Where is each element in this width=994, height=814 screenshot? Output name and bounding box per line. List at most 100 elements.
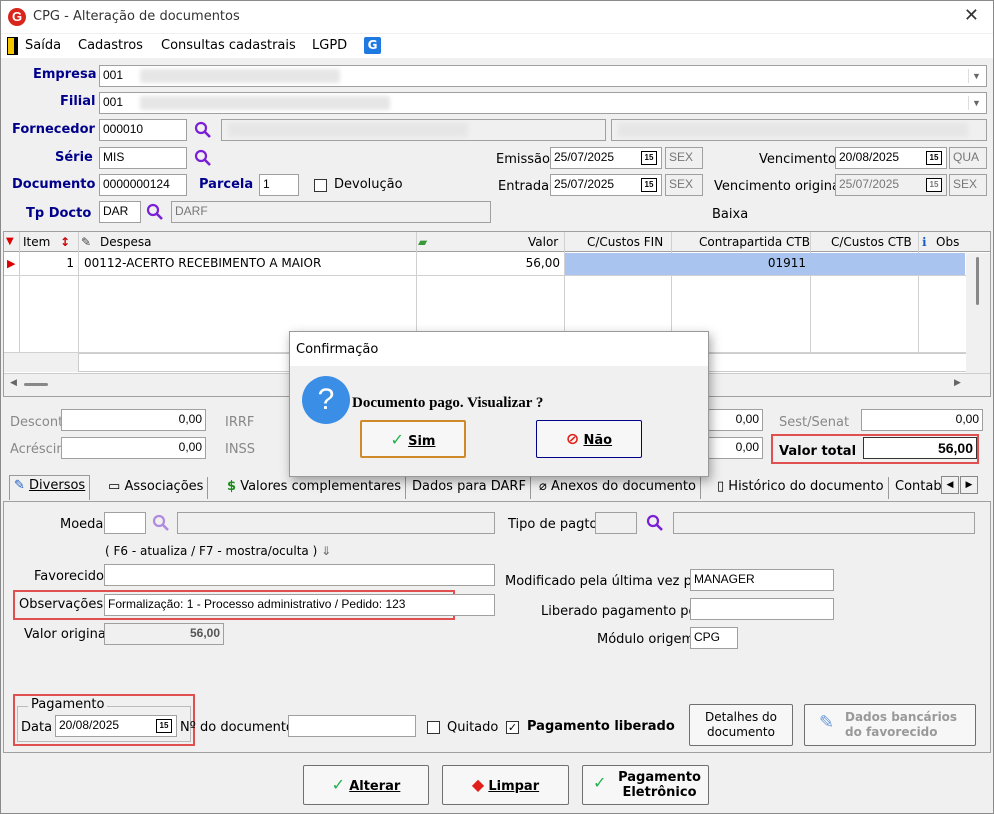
nao-button[interactable]: ⊘ Não xyxy=(536,420,642,458)
entrada-day: SEX xyxy=(665,174,703,196)
tpdocto-desc: DARF xyxy=(171,201,491,223)
ndoc-input[interactable] xyxy=(288,715,416,737)
desconto-input[interactable]: 0,00 xyxy=(61,409,206,431)
tpdocto-desc-text: DARF xyxy=(175,204,208,218)
col-ccfin[interactable]: C/Custos FIN xyxy=(587,235,663,249)
close-icon[interactable]: ✕ xyxy=(964,5,979,26)
col-valor[interactable]: Valor xyxy=(528,235,558,249)
venc-orig-date-input: 25/07/2025 15 xyxy=(835,174,947,196)
tipo-pagto-input[interactable] xyxy=(595,512,637,534)
title-bar: G CPG - Alteração de documentos ✕ xyxy=(1,1,993,33)
table-row[interactable]: ▶ 1 00112-ACERTO RECEBIMENTO A MAIOR 56,… xyxy=(4,253,966,275)
tab-left-icon[interactable]: ◀ xyxy=(941,476,959,494)
g-brand-icon[interactable]: G xyxy=(364,37,381,54)
tpdocto-value: DAR xyxy=(103,204,129,218)
detalhes-button[interactable]: Detalhes do documento xyxy=(689,704,793,746)
calendar-icon[interactable]: 15 xyxy=(641,151,657,165)
sest-value: 0,00 xyxy=(955,412,979,426)
moeda-input[interactable] xyxy=(104,512,146,534)
fornecedor-input[interactable]: 000010 xyxy=(99,119,187,141)
menu-lgpd[interactable]: LGPD xyxy=(312,38,347,53)
entrada-day-text: SEX xyxy=(669,177,694,191)
favorecido-input[interactable] xyxy=(104,564,495,586)
liberado-label: Liberado pagamento por xyxy=(541,604,702,619)
col-contrapartida[interactable]: Contrapartida CTB xyxy=(699,235,810,249)
tab-associacoes[interactable]: ▭ Associações xyxy=(104,477,209,499)
col-ccctb[interactable]: C/Custos CTB xyxy=(831,235,912,249)
sim-button[interactable]: ✓ Sim xyxy=(360,420,466,458)
detalhes-button-label: Detalhes do documento xyxy=(704,710,778,739)
acrescimo-input[interactable]: 0,00 xyxy=(61,437,206,459)
col-item[interactable]: Item xyxy=(23,235,50,249)
chevron-down-icon[interactable]: ▼ xyxy=(968,96,984,110)
moeda-label: Moeda xyxy=(60,517,104,532)
chevron-down-icon[interactable]: ▼ xyxy=(968,69,984,83)
search-icon[interactable] xyxy=(646,514,664,532)
calendar-icon[interactable]: 15 xyxy=(156,719,172,733)
tpdocto-input[interactable]: DAR xyxy=(99,201,141,223)
tab-diversos[interactable]: ✎ Diversos xyxy=(9,475,91,500)
devolucao-checkbox[interactable] xyxy=(314,179,327,192)
search-icon[interactable] xyxy=(194,149,212,167)
confirmation-dialog: Confirmação ? Documento pago. Visualizar… xyxy=(289,331,709,477)
serie-label: Série xyxy=(55,150,93,165)
quitado-label: Quitado xyxy=(447,720,499,735)
pagamento-date-input[interactable]: 20/08/2025 15 xyxy=(55,715,177,737)
col-despesa[interactable]: Despesa xyxy=(100,235,151,249)
menu-consultas[interactable]: Consultas cadastrais xyxy=(161,38,296,53)
serie-input[interactable]: MIS xyxy=(99,147,187,169)
documento-input[interactable]: 0000000124 xyxy=(99,174,187,196)
entrada-label: Entrada xyxy=(498,179,550,194)
valor-original-text: 56,00 xyxy=(189,626,220,640)
emissao-date-input[interactable]: 25/07/2025 15 xyxy=(550,147,662,169)
total-a-value: 0,00 xyxy=(735,412,759,426)
sest-input[interactable]: 0,00 xyxy=(861,409,983,431)
menu-cadastros[interactable]: Cadastros xyxy=(78,38,143,53)
filial-label: Filial xyxy=(60,94,96,109)
tab-darf[interactable]: Dados para DARF xyxy=(408,477,531,499)
tab-anexos[interactable]: ⌀ Anexos do documento xyxy=(535,477,701,499)
calendar-icon[interactable]: 15 xyxy=(641,178,657,192)
tipo-pagto-label: Tipo de pagto xyxy=(508,517,598,532)
valor-total-text: 56,00 xyxy=(937,440,973,456)
window-title: CPG - Alteração de documentos xyxy=(33,9,240,24)
vertical-scrollbar[interactable] xyxy=(966,253,990,373)
pen-icon: ✎ xyxy=(819,712,835,733)
vencimento-date-input[interactable]: 20/08/2025 15 xyxy=(835,147,947,169)
irrf-label: IRRF xyxy=(225,415,255,430)
quitado-checkbox[interactable] xyxy=(427,721,440,734)
col-obs[interactable]: Obs xyxy=(936,235,959,249)
total-b-value: 0,00 xyxy=(735,440,759,454)
observacoes-label: Observações xyxy=(19,597,104,612)
alterar-button[interactable]: ✓ Alterar xyxy=(303,765,429,805)
observacoes-value: Formalização: 1 - Processo administrativ… xyxy=(108,597,406,611)
valor-total-label: Valor total xyxy=(779,444,857,459)
tab-historico[interactable]: ▯ Histórico do documento xyxy=(713,477,889,499)
tab-valores[interactable]: $ Valores complementares xyxy=(223,477,406,499)
vencimento-value: 20/08/2025 xyxy=(839,150,900,164)
search-icon[interactable] xyxy=(152,514,170,532)
menu-saida[interactable]: Saída xyxy=(25,38,61,53)
calendar-icon[interactable]: 15 xyxy=(926,151,942,165)
observacoes-input[interactable]: Formalização: 1 - Processo administrativ… xyxy=(104,594,495,616)
sort-down-icon: ▼ xyxy=(6,236,14,247)
tab-scroll[interactable]: ◀ ▶ xyxy=(941,476,989,496)
empresa-select[interactable]: 001 ▼ xyxy=(99,65,987,87)
tab-right-icon[interactable]: ▶ xyxy=(960,476,978,494)
dados-bancarios-button[interactable]: ✎ Dados bancários do favorecido xyxy=(804,704,976,746)
search-icon[interactable] xyxy=(146,203,164,221)
pagamento-liberado-checkbox[interactable]: ✓ xyxy=(506,721,519,734)
limpar-button[interactable]: ◆ Limpar xyxy=(442,765,569,805)
filial-select[interactable]: 001 ▼ xyxy=(99,92,987,114)
pagamento-eletronico-button[interactable]: ✓ Pagamento Eletrônico xyxy=(582,765,709,805)
vencimento-label: Vencimento xyxy=(759,152,836,167)
tpdocto-label: Tp Docto xyxy=(26,206,92,221)
modulo-value: CPG xyxy=(694,630,721,644)
money-icon: ▰ xyxy=(418,235,428,249)
tab-contabil[interactable]: Contabili xyxy=(891,477,941,499)
emissao-value: 25/07/2025 xyxy=(554,150,615,164)
fornecedor-label: Fornecedor xyxy=(12,122,95,137)
search-icon[interactable] xyxy=(194,121,212,139)
parcela-input[interactable]: 1 xyxy=(259,174,299,196)
entrada-date-input[interactable]: 25/07/2025 15 xyxy=(550,174,662,196)
